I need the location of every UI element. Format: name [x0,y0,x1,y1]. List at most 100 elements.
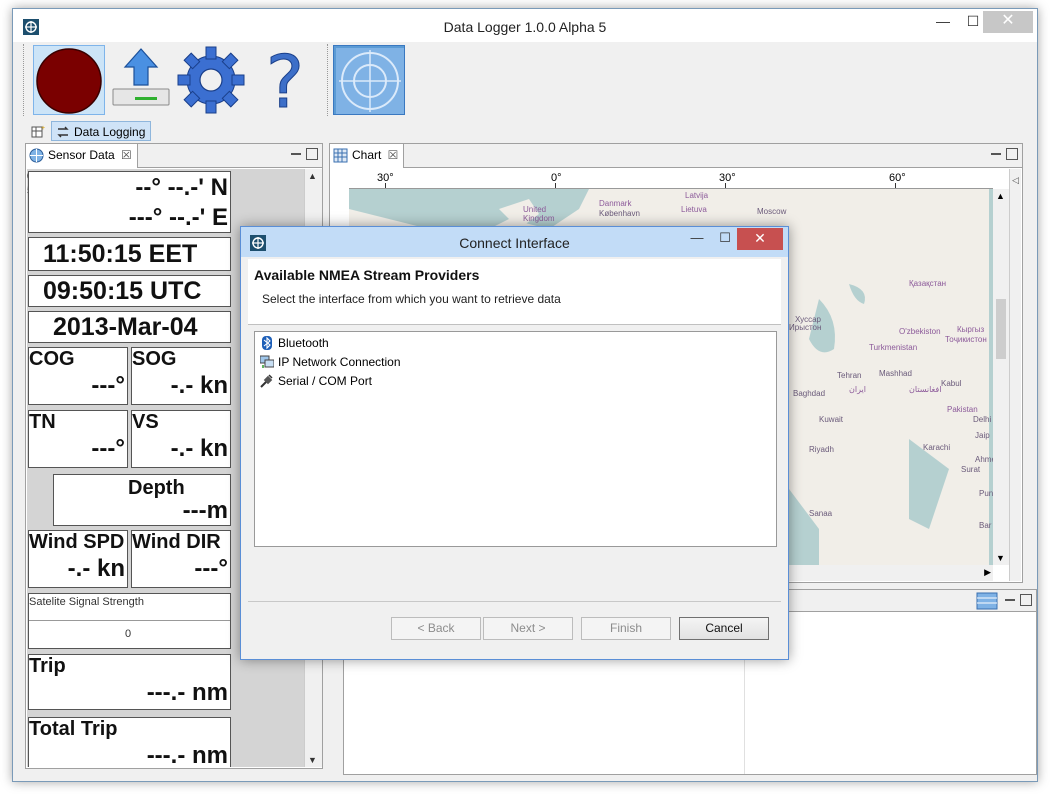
tn-value: ---° [91,435,125,462]
maximize-log-button[interactable] [1020,594,1032,606]
tn-label: TN [29,411,56,433]
cancel-button[interactable]: Cancel [679,617,769,640]
dialog-heading: Available NMEA Stream Providers [254,267,480,283]
map-label: افغانستان [909,385,942,394]
minimize-chart-button[interactable] [990,148,1002,160]
map-label: Riyadh [809,445,834,454]
map-label: København [599,209,640,218]
map-vertical-scrollbar[interactable]: ▲ ▼ [993,189,1009,565]
dialog-header: Available NMEA Stream Providers Select t… [248,259,781,325]
tab-sensor-data[interactable]: Sensor Data ☒ [26,144,138,168]
signal-strength-value: 0 [125,628,132,640]
map-label: ايران [849,385,866,394]
map-label: Ahmedabad [975,455,993,464]
map-label: Bar [979,521,992,530]
scroll-down-icon[interactable]: ▼ [996,553,1005,563]
chart-tab-label: Chart [352,148,382,162]
map-scroll-thumb[interactable] [996,299,1006,359]
scroll-right-icon[interactable]: ▶ [984,567,991,578]
sensor-view-tabbar: Sensor Data ☒ [26,144,322,168]
chart-side-panel[interactable]: ◁ [1009,169,1021,581]
record-button[interactable] [33,45,105,115]
vs-label: VS [132,411,159,433]
map-label: Pakistan [947,405,978,414]
scroll-up-icon[interactable]: ▲ [308,171,317,181]
map-label: Lietuva [681,205,707,214]
utc-time-cell: 09:50:15 UTC [28,275,231,307]
window-title: Data Logger 1.0.0 Alpha 5 [443,19,607,35]
provider-list[interactable]: Bluetooth IP Network Connection Serial /… [254,331,777,547]
cog-cell: COG ---° [28,347,128,405]
title-bar: Data Logger 1.0.0 Alpha 5 — ☐ ✕ [13,9,1037,42]
collapse-left-icon[interactable]: ◁ [1012,175,1019,186]
dialog-minimize-button[interactable]: — [683,228,711,250]
trip-value: ---.- nm [146,679,228,706]
wind-direction-label: Wind DIR [132,531,221,553]
target-button[interactable] [333,45,405,115]
ruler-tick-label: 30° [719,172,736,184]
chart-icon [333,148,348,163]
tn-cell: TN ---° [28,410,128,468]
close-button[interactable]: ✕ [983,11,1033,33]
map-label: Danmark [599,199,632,208]
close-chart-tab-icon[interactable]: ☒ [388,144,399,166]
local-time-value: 11:50:15 EET [43,240,198,268]
total-trip-label: Total Trip [29,718,118,740]
next-button[interactable]: Next > [483,617,573,640]
upload-button[interactable] [107,45,179,115]
dialog-close-button[interactable]: ✕ [737,228,783,250]
ruler-tick-label: 0° [551,172,562,184]
data-logging-icon [57,126,69,138]
svg-text:?: ? [266,45,304,115]
settings-button[interactable] [175,45,247,115]
open-perspective-icon[interactable]: + [31,124,45,138]
wind-direction-value: ---° [194,555,228,582]
dialog-maximize-button[interactable]: ☐ [711,228,739,250]
list-item-label: Serial / COM Port [278,374,373,388]
vs-cell: VS -.- kn [131,410,231,468]
close-tab-icon[interactable]: ☒ [121,144,132,166]
maximize-chart-button[interactable] [1006,148,1018,160]
dialog-title-bar: Connect Interface — ☐ ✕ [241,227,788,257]
maximize-view-button[interactable] [306,148,318,160]
depth-cell: Depth ---m [53,474,231,526]
sensor-tab-label: Sensor Data [48,148,115,162]
sog-label: SOG [132,348,177,370]
target-icon [336,48,404,114]
minimize-button[interactable]: — [927,11,959,33]
wind-direction-cell: Wind DIR ---° [131,530,231,588]
ruler-tick [895,183,896,188]
map-label: Baghdad [793,389,826,398]
connect-interface-dialog: Connect Interface — ☐ ✕ Available NMEA S… [240,226,789,660]
map-label: Kabul [941,379,962,388]
perspective-tab-data-logging[interactable]: Data Logging [51,121,151,141]
scroll-down-icon[interactable]: ▼ [308,755,317,765]
cog-value: ---° [91,372,125,399]
minimize-view-button[interactable] [290,148,302,160]
back-button[interactable]: < Back [391,617,481,640]
list-item-label: IP Network Connection [278,355,401,369]
tab-chart[interactable]: Chart ☒ [330,144,405,168]
depth-value: ---m [182,497,228,524]
local-time-cell: 11:50:15 EET [28,237,231,271]
help-icon: ? [265,45,304,115]
bluetooth-icon [262,336,272,350]
sog-value: -.- kn [170,372,228,399]
toolbar-separator [327,44,331,116]
help-button[interactable]: ? [249,45,321,115]
gear-icon [177,46,245,114]
main-toolbar: ? [19,42,1029,120]
signal-strength-cell: Satelite Signal Strength 0 [28,593,231,649]
map-label: Кыргыз [957,325,985,334]
ruler-tick [385,183,386,188]
map-label: Latvija [685,191,709,200]
minimize-log-button[interactable] [1004,594,1016,606]
table-view-icon[interactable] [976,592,998,610]
plug-icon [260,374,273,388]
finish-button[interactable]: Finish [581,617,671,640]
total-trip-cell: Total Trip ---.- nm [28,717,231,767]
map-label: Turkmenistan [869,343,918,352]
scroll-up-icon[interactable]: ▲ [996,191,1005,201]
depth-label: Depth [128,477,185,499]
map-label: Қазақстан [909,279,947,288]
